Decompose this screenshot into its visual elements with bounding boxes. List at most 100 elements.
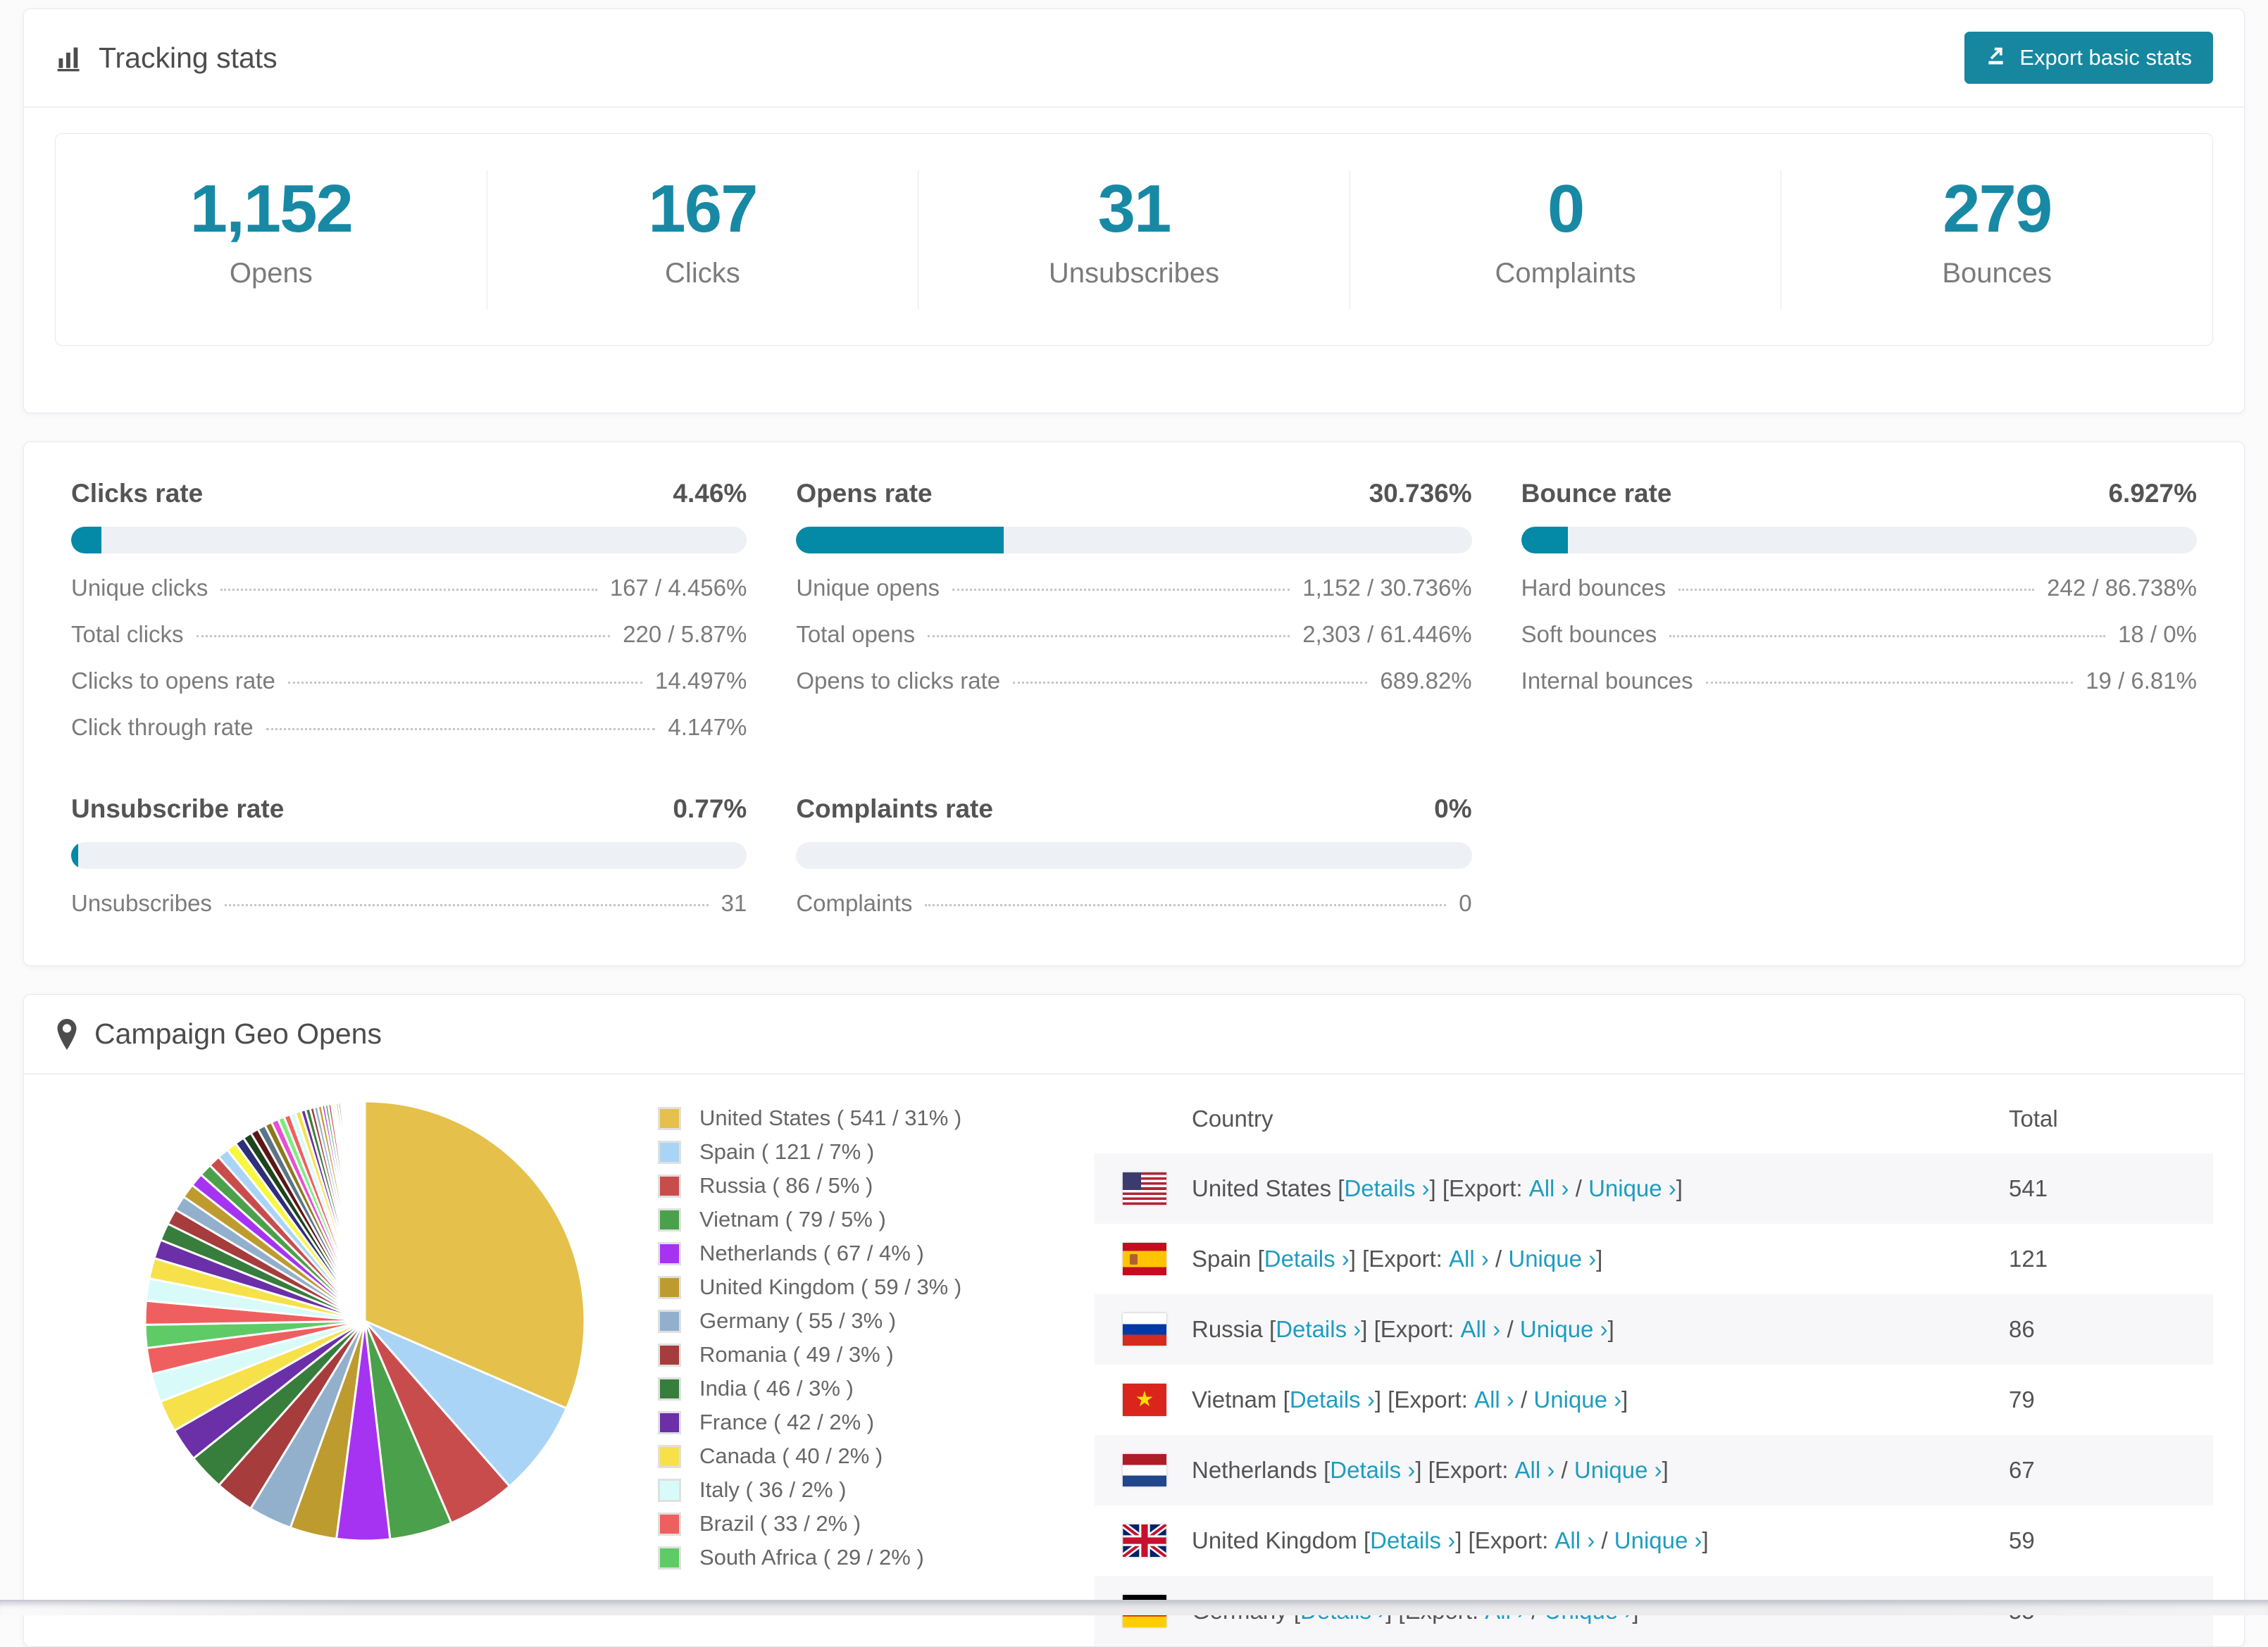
rate-row: Unsubscribes 31 [71, 890, 747, 917]
legend-label: Vietnam ( 79 / 5% ) [699, 1207, 886, 1232]
export-basic-stats-button[interactable]: Export basic stats [1964, 32, 2213, 84]
column-total: Total [2009, 1106, 2058, 1132]
stats-row: 1,152 Opens 167 Clicks 31 Unsubscribes 0 Compla… [55, 133, 2213, 346]
legend-item[interactable]: India ( 46 / 3% ) [658, 1376, 1052, 1401]
legend-item[interactable]: France ( 42 / 2% ) [658, 1410, 1052, 1435]
stat-value: 1,152 [189, 170, 354, 246]
rate-row-value: 689.82% [1380, 668, 1472, 694]
rate-row-value: 4.147% [668, 714, 747, 740]
export-all-link[interactable]: All › [1460, 1316, 1500, 1343]
geo-content: United States ( 541 / 31% ) Spain ( 121 /… [24, 1075, 2244, 1646]
rate-title: Unsubscribe rate [71, 794, 285, 823]
legend-item[interactable]: United States ( 541 / 31% ) [658, 1106, 1052, 1131]
legend-item[interactable]: Russia ( 86 / 5% ) [658, 1173, 1052, 1198]
stat-label: Clicks [665, 257, 740, 289]
legend-swatch [658, 1478, 681, 1502]
legend-item[interactable]: Germany ( 55 / 3% ) [658, 1308, 1052, 1334]
legend-swatch [658, 1546, 681, 1570]
bracket: [ [1323, 1457, 1331, 1483]
rate-row-label: Unique opens [796, 575, 940, 601]
export-all-link[interactable]: All › [1515, 1457, 1555, 1484]
bracket: / [1554, 1457, 1574, 1483]
country-name: Spain [1192, 1246, 1258, 1272]
details-link[interactable]: Details › [1370, 1527, 1455, 1554]
rate-row-label: Click through rate [71, 714, 254, 740]
details-link[interactable]: Details › [1264, 1246, 1350, 1272]
export-all-link[interactable]: All › [1554, 1527, 1595, 1554]
legend-label: United States ( 541 / 31% ) [699, 1106, 962, 1130]
rate-row-label: Opens to clicks rate [796, 668, 1001, 694]
progress-bar [1521, 527, 2197, 553]
rate-row: Internal bounces 19 / 6.81% [1521, 668, 2197, 694]
legend-item[interactable]: United Kingdom ( 59 / 3% ) [658, 1275, 1052, 1300]
rate-row-label: Unsubscribes [71, 890, 212, 916]
legend-swatch [658, 1241, 681, 1265]
pie-chart [139, 1096, 590, 1546]
table-row: Vietnam [Details ›] [Export: All › / Uni… [1095, 1365, 2213, 1435]
export-unique-link[interactable]: Unique › [1520, 1316, 1608, 1343]
rate-row-value: 14.497% [655, 668, 747, 694]
bracket: [ [1257, 1246, 1264, 1272]
export-unique-link[interactable]: Unique › [1588, 1175, 1676, 1202]
rate-title: Bounce rate [1521, 479, 1672, 508]
legend-item[interactable]: Brazil ( 33 / 2% ) [658, 1511, 1052, 1536]
export-unique-link[interactable]: Unique › [1574, 1457, 1662, 1484]
geo-card-header: Campaign Geo Opens [24, 995, 2244, 1075]
rates-card: Clicks rate 4.46% Unique clicks 167 / 4.456… [23, 442, 2245, 966]
legend-swatch [658, 1309, 681, 1333]
legend-item[interactable]: Netherlands ( 67 / 4% ) [658, 1241, 1052, 1266]
rate-row-value: 2,303 / 61.446% [1302, 621, 1472, 647]
rate-block-header: Opens rate 30.736% [796, 479, 1471, 508]
export-unique-link[interactable]: Unique › [1533, 1386, 1621, 1413]
total-value: 67 [2009, 1457, 2035, 1483]
export-unique-link[interactable]: Unique › [1614, 1527, 1702, 1554]
rate-row-label: Unique clicks [71, 575, 208, 601]
details-link[interactable]: Details › [1344, 1175, 1429, 1202]
dotted-leader [928, 635, 1290, 637]
legend-item[interactable]: Romania ( 49 / 3% ) [658, 1342, 1052, 1367]
legend-label: Germany ( 55 / 3% ) [699, 1308, 897, 1333]
rate-row-value: 242 / 86.738% [2047, 575, 2197, 601]
rate-row-value: 220 / 5.87% [623, 621, 747, 647]
details-link[interactable]: Details › [1276, 1316, 1361, 1343]
pie-slice[interactable] [363, 1100, 366, 1322]
export-all-link[interactable]: All › [1474, 1386, 1514, 1413]
legend-item[interactable]: Canada ( 40 / 2% ) [658, 1444, 1052, 1469]
rate-row-label: Internal bounces [1521, 668, 1693, 694]
rate-block-header: Unsubscribe rate 0.77% [71, 794, 747, 824]
stat-box: 1,152 Opens [56, 170, 487, 309]
export-all-link[interactable]: All › [1529, 1175, 1569, 1202]
geo-card-title: Campaign Geo Opens [55, 1017, 382, 1051]
legend-swatch [658, 1106, 681, 1130]
stat-box: 31 Unsubscribes [918, 170, 1350, 309]
stat-box: 0 Complaints [1350, 170, 1782, 309]
geo-card: Campaign Geo Opens United States ( 541 /… [23, 994, 2245, 1647]
geo-table: Country Total United States [Details ›] … [1095, 1084, 2213, 1646]
tracking-stats-card: Tracking stats Export basic stats 1,152 O… [23, 8, 2245, 413]
legend-item[interactable]: South Africa ( 29 / 2% ) [658, 1545, 1052, 1570]
table-row: Spain [Details ›] [Export: All › / Uniqu… [1095, 1224, 2213, 1294]
legend-label: Romania ( 49 / 3% ) [699, 1342, 894, 1367]
rate-rows: Hard bounces 242 / 86.738% Soft bounces 18 … [1521, 575, 2197, 694]
total-value: 59 [2009, 1527, 2035, 1553]
bracket: ] [Export: [1415, 1457, 1515, 1483]
country-cell: Netherlands [Details ›] [Export: All › /… [1192, 1457, 2009, 1484]
rate-block-header: Complaints rate 0% [796, 794, 1471, 824]
bracket: ] [1702, 1527, 1709, 1553]
rate-row: Clicks to opens rate 14.497% [71, 668, 747, 694]
details-link[interactable]: Details › [1330, 1457, 1415, 1484]
export-unique-link[interactable]: Unique › [1508, 1246, 1596, 1272]
stat-box: 279 Bounces [1781, 170, 2212, 309]
export-all-link[interactable]: All › [1449, 1246, 1489, 1272]
details-link[interactable]: Details › [1290, 1386, 1375, 1413]
legend-label: India ( 46 / 3% ) [699, 1376, 854, 1401]
legend-swatch [658, 1140, 681, 1164]
legend-item[interactable]: Spain ( 121 / 7% ) [658, 1139, 1052, 1165]
legend-item[interactable]: Vietnam ( 79 / 5% ) [658, 1207, 1052, 1232]
rate-block-header: Clicks rate 4.46% [71, 479, 747, 508]
legend-label: South Africa ( 29 / 2% ) [699, 1545, 924, 1570]
bracket: [ [1269, 1316, 1276, 1342]
bracket: ] [1607, 1316, 1614, 1342]
legend-label: Russia ( 86 / 5% ) [699, 1173, 873, 1198]
legend-item[interactable]: Italy ( 36 / 2% ) [658, 1477, 1052, 1503]
